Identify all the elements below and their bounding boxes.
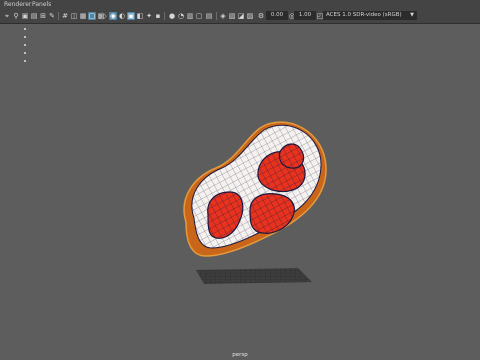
panels-menu[interactable]: Panels <box>32 0 51 9</box>
exposure-icon[interactable]: ◪ <box>237 12 245 20</box>
default-material-icon[interactable]: ▣ <box>127 12 135 20</box>
textured-icon[interactable]: ◉ <box>109 12 117 20</box>
select-camera-icon[interactable]: ⌖ <box>3 12 11 20</box>
exposure-icon[interactable]: ⚙ <box>257 12 265 20</box>
toolbar-separator <box>216 12 217 20</box>
grease-pencil-icon[interactable]: ✎ <box>48 12 56 20</box>
panel-toolbar: ⌖ ⚲ ▣ ▤ ⊞ ✎ # ◫ ▦ ▢ ▩ ◇ ◉ ◐ ▣ ◧ ✦ ▪ ● ◔ … <box>0 9 480 24</box>
image-plane-icon[interactable]: ▤ <box>30 12 38 20</box>
smooth-shade-icon[interactable]: ◐ <box>118 12 126 20</box>
meat-region <box>249 193 295 234</box>
steak-model[interactable] <box>183 121 327 257</box>
renderer-menu[interactable]: Renderer <box>4 0 31 9</box>
gamma-field[interactable]: 1.00 <box>294 11 316 20</box>
isolate-select-icon[interactable]: ▢ <box>195 12 203 20</box>
toolbar-separator <box>58 12 59 20</box>
panel-menubar: Renderer Panels <box>0 0 480 9</box>
depth-of-field-icon[interactable]: ▥ <box>186 12 194 20</box>
field-chart-icon[interactable]: ◫ <box>70 12 78 20</box>
use-all-lights-icon[interactable]: ◧ <box>136 12 144 20</box>
motion-blur-icon[interactable]: ● <box>168 12 176 20</box>
color-space-value: ACES 1.0 SDR-video (sRGB) <box>326 12 402 18</box>
meat-region <box>278 143 305 169</box>
2d-pan-zoom-icon[interactable]: ⊞ <box>39 12 47 20</box>
safe-action-icon[interactable]: ▦ <box>79 12 87 20</box>
camera-attributes-icon[interactable]: ⚲ <box>12 12 20 20</box>
xray-icon[interactable]: ▤ <box>205 12 213 20</box>
exposure-field[interactable]: 0.00 <box>266 11 288 20</box>
wireframe-icon[interactable]: ◇ <box>100 12 108 20</box>
xray-joints-icon[interactable]: ▧ <box>228 12 236 20</box>
ground-shadow <box>196 268 312 284</box>
3d-viewport[interactable] <box>0 24 480 360</box>
screen-space-ao-icon[interactable]: ▪ <box>154 12 162 20</box>
gamma-icon[interactable]: ▨ <box>246 12 254 20</box>
shadows-icon[interactable]: ✦ <box>145 12 153 20</box>
color-space-dropdown[interactable]: ACES 1.0 SDR-video (sRGB) ▼ <box>323 11 417 20</box>
camera-name-label: persp <box>232 352 248 358</box>
xray-active-components-icon[interactable]: ◈ <box>219 12 227 20</box>
grid-icon[interactable]: # <box>61 12 69 20</box>
film-gate-icon[interactable]: ▢ <box>88 12 96 20</box>
anti-aliasing-icon[interactable]: ◔ <box>177 12 185 20</box>
toolbar-separator <box>164 12 165 20</box>
bookmark-icon[interactable]: ▣ <box>21 12 29 20</box>
chevron-down-icon: ▼ <box>410 12 414 18</box>
